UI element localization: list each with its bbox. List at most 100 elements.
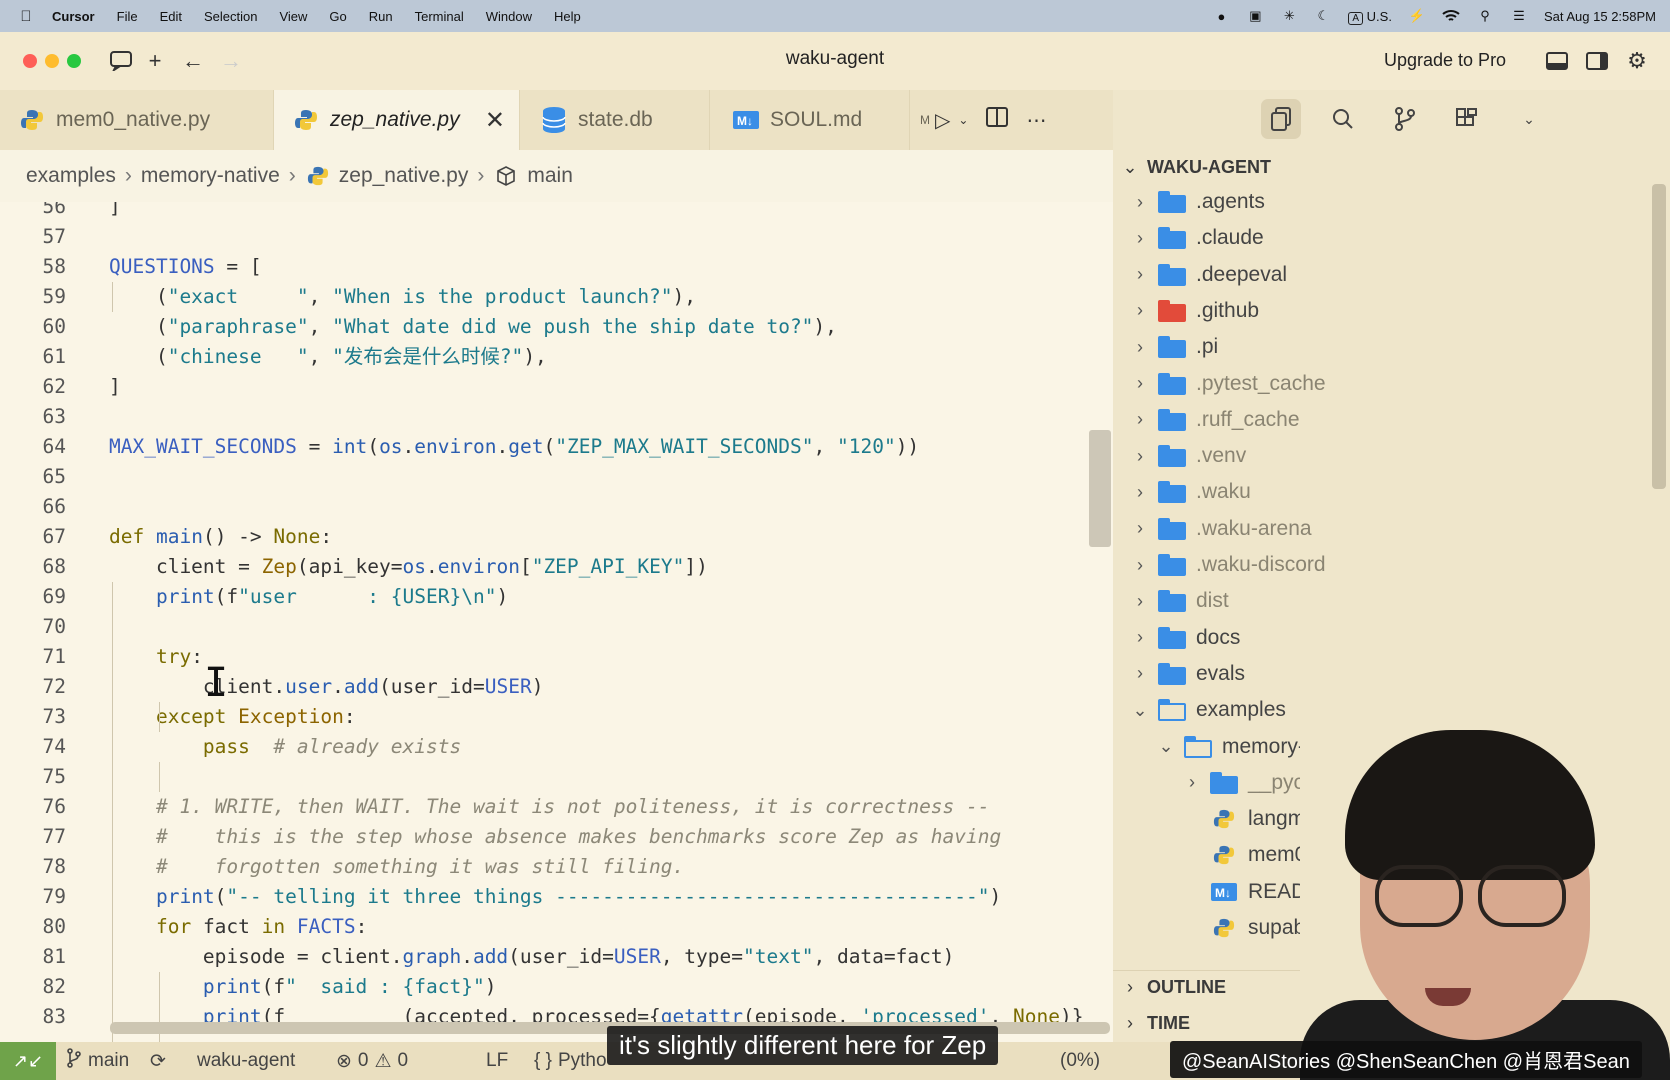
menu-file[interactable]: File [117,9,138,24]
code-line[interactable]: 72 client.user.add(user_id=USER) [0,672,1113,702]
zoom-indicator[interactable]: (0%) [1060,1042,1100,1080]
more-views-chevron-icon[interactable]: ⌄ [1509,99,1549,139]
code-line[interactable]: 82 print(f" said : {fact}") [0,972,1113,1002]
explorer-scrollbar[interactable] [1652,184,1666,489]
tree-item[interactable]: › evals [1130,656,1245,692]
branch-indicator[interactable]: main [66,1042,129,1080]
toggle-sidebar-icon[interactable] [1582,46,1612,76]
input-source-indicator[interactable]: A U.S. [1348,9,1392,25]
tree-item-label: .pytest_cache [1196,371,1326,395]
code-line[interactable]: 80 for fact in FACTS: [0,912,1113,942]
code-line[interactable]: 67 def main() -> None: [0,522,1113,552]
code-line[interactable]: 76 # 1. WRITE, then WAIT. The wait is no… [0,792,1113,822]
menu-app-name[interactable]: Cursor [52,9,95,24]
extensions-icon[interactable] [1447,99,1487,139]
tab-mem0-native[interactable]: mem0_native.py [0,90,274,150]
code-line[interactable]: 69 print(f"user : {USER}\n") [0,582,1113,612]
tree-item-label: .github [1196,298,1260,322]
breadcrumb-memory-native[interactable]: memory-native [141,164,280,188]
tree-item[interactable]: › .claude [1130,220,1264,256]
code-line[interactable]: 78 # forgotten something it was still fi… [0,852,1113,882]
menu-selection[interactable]: Selection [204,9,257,24]
tab-soul-md[interactable]: M↓ SOUL.md [710,90,910,150]
tab-zep-native[interactable]: zep_native.py ✕ [274,90,520,150]
code-line[interactable]: 79 print("-- telling it three things ---… [0,882,1113,912]
tree-item[interactable]: ⌄ examples [1130,692,1286,728]
sparkle-icon[interactable]: ✳ [1280,8,1298,23]
tree-item[interactable]: › .deepeval [1130,257,1287,293]
breadcrumb-file[interactable]: zep_native.py [339,164,469,188]
code-line[interactable]: 65 [0,462,1113,492]
tab-state-db[interactable]: state.db [520,90,710,150]
code-line[interactable]: 63 [0,402,1113,432]
code-line[interactable]: 59 ("exact ", "When is the product launc… [0,282,1113,312]
tree-item[interactable]: › .waku-discord [1130,547,1326,583]
code-line[interactable]: 73 except Exception: [0,702,1113,732]
menu-edit[interactable]: Edit [160,9,182,24]
code-line[interactable]: 81 episode = client.graph.add(user_id=US… [0,942,1113,972]
upgrade-to-pro-button[interactable]: Upgrade to Pro [1384,50,1506,71]
battery-icon[interactable]: ⚡ [1408,8,1426,23]
tree-item[interactable]: › .pi [1130,329,1218,365]
language-mode[interactable]: { } Pytho [534,1042,607,1080]
toggle-panel-icon[interactable] [1542,46,1572,76]
wifi-icon[interactable] [1442,9,1460,23]
split-editor-icon[interactable] [986,107,1009,133]
tree-item[interactable]: › .agents [1130,184,1265,220]
menu-go[interactable]: Go [329,9,346,24]
search-icon[interactable] [1323,99,1363,139]
record-icon[interactable]: ● [1212,9,1230,24]
code-line[interactable]: 71 try: [0,642,1113,672]
code-editor[interactable]: 56] 57 58 QUESTIONS = [59 ("exact ", "When … [0,202,1113,1042]
tree-item[interactable]: › dist [1130,583,1229,619]
close-tab-icon[interactable]: ✕ [485,106,505,135]
code-line[interactable]: 75 [0,762,1113,792]
menubar-clock[interactable]: Sat Aug 15 2:58PM [1544,9,1656,24]
code-line[interactable]: 56] [0,202,1113,222]
box-icon[interactable]: ▣ [1246,8,1264,23]
more-actions-icon[interactable]: ⋯ [1026,108,1046,133]
tree-item[interactable]: › .pytest_cache [1130,366,1326,402]
spotlight-search-icon[interactable]: ⚲ [1476,8,1494,23]
menu-run[interactable]: Run [369,9,393,24]
settings-gear-icon[interactable]: ⚙ [1622,46,1652,76]
code-line[interactable]: 64 MAX_WAIT_SECONDS = int(os.environ.get(… [0,432,1113,462]
editor-vertical-scrollbar[interactable] [1089,430,1111,547]
files-icon[interactable] [1261,99,1301,139]
moon-icon[interactable]: ☾ [1314,8,1332,23]
explorer-root-header[interactable]: ⌄ WAKU-AGENT [1113,150,1670,184]
sync-icon[interactable]: ⟳ [150,1042,166,1080]
apple-icon[interactable]:  [0,8,52,25]
code-line[interactable]: 60 ("paraphrase", "What date did we push… [0,312,1113,342]
tree-item[interactable]: › .waku [1130,474,1251,510]
line-number: 73 [42,705,66,728]
breadcrumb-examples[interactable]: examples [26,164,116,188]
code-line[interactable]: 77 # this is the step whose absence make… [0,822,1113,852]
eol-indicator[interactable]: LF [486,1042,508,1080]
tree-item[interactable]: › .github [1130,293,1259,329]
run-play-icon[interactable]: ▷ [935,108,950,133]
tree-item[interactable]: › .ruff_cache [1130,402,1300,438]
code-line[interactable]: 57 [0,222,1113,252]
menu-view[interactable]: View [279,9,307,24]
code-line[interactable]: 58 QUESTIONS = [ [0,252,1113,282]
workspace-name[interactable]: waku-agent [197,1042,295,1080]
code-line[interactable]: 61 ("chinese ", "发布会是什么时候?"), [0,342,1113,372]
menu-help[interactable]: Help [554,9,581,24]
code-line[interactable]: 62] [0,372,1113,402]
code-line[interactable]: 70 [0,612,1113,642]
menu-terminal[interactable]: Terminal [415,9,464,24]
code-line[interactable]: 66 [0,492,1113,522]
problems-indicator[interactable]: ⊗ 0 ⚠ 0 [336,1042,408,1080]
remote-indicator-icon[interactable]: ↗↙ [0,1042,56,1080]
source-control-icon[interactable] [1385,99,1425,139]
control-center-icon[interactable]: ☰ [1510,8,1528,23]
breadcrumb-symbol[interactable]: main [527,164,573,188]
tree-item[interactable]: › .waku-arena [1130,511,1312,547]
code-line[interactable]: 68 client = Zep(api_key=os.environ["ZEP_… [0,552,1113,582]
code-line[interactable]: 74 pass # already exists [0,732,1113,762]
run-dropdown-chevron-icon[interactable]: ⌄ [958,113,968,127]
menu-window[interactable]: Window [486,9,532,24]
tree-item[interactable]: › .venv [1130,438,1246,474]
tree-item[interactable]: › docs [1130,620,1240,656]
